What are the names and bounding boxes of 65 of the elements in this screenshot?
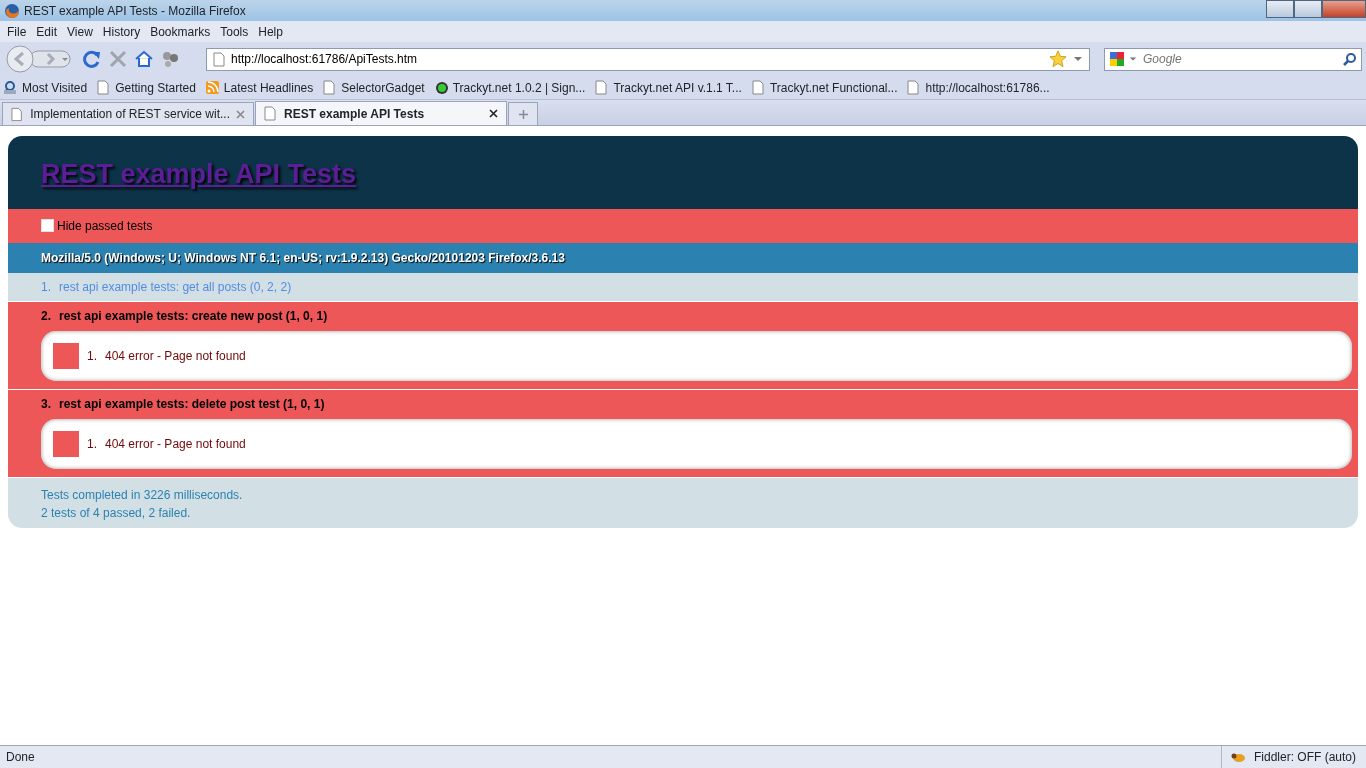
- plus-icon: [518, 109, 528, 119]
- browser-logo-icon: [4, 2, 20, 19]
- page-icon: [11, 106, 25, 122]
- menu-item[interactable]: Tools: [215, 22, 254, 41]
- summary-text: 2 tests of 4 passed, 2 failed.: [41, 504, 192, 522]
- menu-item[interactable]: Edit: [31, 22, 63, 41]
- user-agent-text: Mozilla/5.0 (Windows; U; Windows NT 6.1; en-US; rv:1.9.2.13) Gecko/20101203 Firefox/3.6.13: [8, 242, 1358, 273]
- close-button[interactable]: [1322, 0, 1366, 18]
- menu-item[interactable]: History: [97, 22, 146, 41]
- page-icon: [97, 80, 112, 95]
- status-text: Done: [6, 749, 35, 766]
- search-engine-icon[interactable]: [1109, 51, 1125, 67]
- dropdown-icon[interactable]: [1129, 55, 1137, 63]
- browser-tab[interactable]: REST example API Tests: [255, 101, 507, 125]
- addon-status[interactable]: Fiddler: OFF (auto): [1253, 748, 1356, 766]
- menu-item[interactable]: View: [62, 22, 98, 41]
- page-icon: [264, 106, 278, 121]
- search-bar[interactable]: Google: [1104, 47, 1362, 71]
- window-title: REST example API Tests - Mozilla Firefox: [24, 2, 246, 20]
- home-icon[interactable]: [134, 49, 154, 69]
- page-icon: [323, 80, 338, 95]
- dropdown-icon[interactable]: [1073, 55, 1083, 63]
- checkbox-label: Hide passed tests: [57, 217, 153, 235]
- page-icon: [595, 80, 610, 95]
- page-icon: [907, 80, 922, 95]
- feed-icon: [205, 80, 220, 95]
- hide-passed-checkbox[interactable]: [41, 219, 54, 232]
- bookmark-link[interactable]: Getting Started: [115, 78, 196, 97]
- maximize-button[interactable]: [1294, 0, 1322, 18]
- search-icon[interactable]: [1343, 52, 1357, 66]
- menu-item[interactable]: Help: [253, 22, 288, 41]
- new-tab-button[interactable]: [508, 102, 538, 125]
- browser-tab[interactable]: Implementation of REST service wit...: [2, 102, 254, 125]
- list-number: 1.: [41, 278, 51, 296]
- star-icon[interactable]: [1049, 50, 1067, 68]
- round-icon: [434, 80, 449, 95]
- test-row[interactable]: 3. rest api example tests: delete post test (1, 0, 1) 1. 404 error - Page not found: [8, 389, 1358, 478]
- bookmark-link[interactable]: Trackyt.net API v.1.1 T...: [613, 78, 742, 97]
- bookmark-link[interactable]: Trackyt.net Functional...: [769, 78, 898, 97]
- list-number: 2.: [41, 307, 51, 325]
- failure-message: 404 error - Page not found: [105, 347, 246, 365]
- test-row[interactable]: 2. rest api example tests: create new post (1, 0, 1) 1. 404 error - Page not found: [8, 301, 1358, 390]
- circles-icon[interactable]: [160, 49, 180, 69]
- minimize-button[interactable]: [1266, 0, 1294, 18]
- bookmark-link[interactable]: Trackyt.net 1.0.2 | Sign...: [452, 78, 586, 97]
- close-tab-icon[interactable]: [489, 109, 498, 118]
- bookmark-link[interactable]: Most Visited: [22, 78, 88, 97]
- bookmark-link[interactable]: SelectorGadget: [341, 78, 425, 97]
- test-name[interactable]: rest api example tests: create new post (1, 0, 1): [59, 306, 328, 325]
- address-bar[interactable]: http://localhost:61786/ApiTests.htm: [206, 47, 1090, 71]
- menu-item[interactable]: File: [2, 22, 32, 41]
- bookmark-link[interactable]: http://localhost:61786...: [925, 78, 1050, 97]
- bookmark-link[interactable]: Latest Headlines: [223, 78, 314, 97]
- page-icon: [213, 51, 225, 67]
- failure-marker: [53, 430, 79, 457]
- list-number: 3.: [41, 395, 51, 413]
- reload-icon[interactable]: [82, 49, 102, 69]
- test-name[interactable]: rest api example tests: delete post test (1, 0, 1): [59, 394, 325, 413]
- summary-text: Tests completed in 3226 milliseconds.: [41, 486, 244, 504]
- failure-marker: [53, 342, 79, 369]
- list-number: 1.: [87, 435, 97, 453]
- list-number: 1.: [87, 347, 97, 365]
- page-icon: [751, 80, 766, 95]
- failure-message: 404 error - Page not found: [105, 435, 246, 453]
- menu-item[interactable]: Bookmarks: [145, 22, 216, 41]
